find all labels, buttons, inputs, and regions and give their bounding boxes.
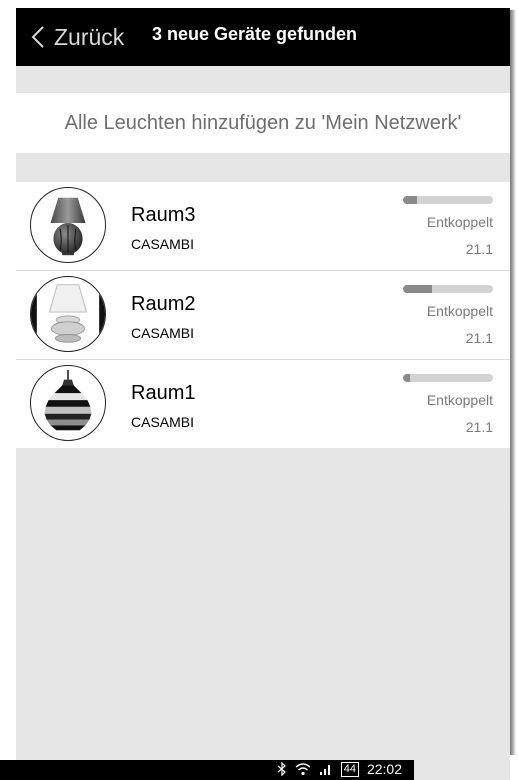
device-version: 21.1: [465, 330, 493, 346]
device-row[interactable]: Raum2 CASAMBI Entkoppelt 21.1: [16, 271, 510, 360]
device-vendor: CASAMBI: [131, 414, 195, 430]
signal-strength-fill: [403, 285, 432, 293]
device-row[interactable]: Raum3 CASAMBI Entkoppelt 21.1: [16, 182, 510, 271]
signal-strength-bar: [403, 285, 493, 293]
device-name: Raum1: [131, 382, 196, 404]
device-frame-shadow: [510, 10, 516, 755]
device-row[interactable]: Raum1 CASAMBI Entkoppelt 21.1: [16, 360, 510, 448]
device-status: Entkoppelt: [426, 214, 493, 230]
top-bar: Zurück 3 neue Geräte gefunden: [16, 8, 510, 66]
app-screen: Zurück 3 neue Geräte gefunden Alle Leuch…: [16, 8, 510, 780]
table-lamp-white-shade-icon: [31, 277, 105, 351]
pendant-lamp-striped-icon: [44, 369, 92, 431]
add-all-lights-button[interactable]: Alle Leuchten hinzufügen zu 'Mein Netzwe…: [16, 93, 510, 153]
device-list: Raum3 CASAMBI Entkoppelt 21.1 Raum2 CASA…: [16, 182, 510, 448]
signal-strength-fill: [403, 374, 411, 382]
status-icons: 44 22:02: [277, 761, 402, 777]
battery-icon: 44: [340, 761, 359, 777]
clock: 22:02: [366, 761, 402, 777]
device-status: Entkoppelt: [426, 392, 493, 408]
device-status: Entkoppelt: [426, 303, 493, 319]
device-vendor: CASAMBI: [131, 325, 195, 341]
chevron-left-icon: [31, 26, 44, 48]
signal-strength-bar: [403, 196, 493, 204]
back-label: Zurück: [54, 23, 125, 50]
device-version: 21.1: [465, 419, 493, 435]
avatar: [30, 187, 106, 263]
signal-strength-bar: [403, 374, 493, 382]
device-version: 21.1: [465, 241, 493, 257]
cell-signal-icon: [319, 765, 330, 775]
wifi-icon: [295, 763, 311, 776]
table-lamp-vase-icon: [50, 197, 86, 256]
device-name: Raum3: [131, 204, 196, 226]
system-status-bar: 44 22:02: [0, 760, 414, 780]
bluetooth-icon: [277, 762, 286, 776]
avatar: [30, 365, 106, 441]
device-name: Raum2: [131, 293, 196, 315]
page-title: 3 neue Geräte gefunden: [152, 24, 358, 44]
avatar: [30, 276, 106, 352]
device-vendor: CASAMBI: [131, 236, 195, 252]
back-button[interactable]: Zurück: [30, 18, 124, 56]
signal-strength-fill: [403, 196, 417, 204]
